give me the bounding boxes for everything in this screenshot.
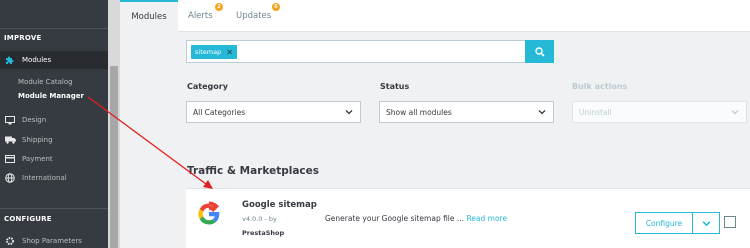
module-search-input[interactable]: sitemap ✕ [186,40,526,63]
sidebar-divider [0,28,108,29]
module-author: PrestaShop [242,229,285,237]
credit-card-icon [4,154,16,164]
sidebar-item-label: International [22,174,67,182]
tab-modules[interactable]: Modules [120,0,178,32]
sidebar-item-international[interactable]: International [0,169,108,187]
puzzle-icon [4,55,16,65]
bulk-actions-label: Bulk actions [572,82,628,91]
status-label: Status [380,82,410,91]
search-button[interactable] [525,40,554,63]
module-actions-dropdown-button[interactable] [692,212,720,234]
google-logo [198,201,220,225]
truck-icon [4,135,16,145]
sidebar-item-label: Payment [22,155,53,163]
chevron-down-icon [538,110,546,115]
chevron-down-icon [702,220,710,226]
updates-count-badge: 6 [272,3,280,11]
configure-button[interactable]: Configure [635,212,693,234]
category-section-title: Traffic & Marketplaces [187,165,320,177]
status-select[interactable]: Show all modules [379,101,554,123]
remove-tag-icon[interactable]: ✕ [226,48,233,57]
sidebar-item-payment[interactable]: Payment [0,150,108,168]
sidebar-section-configure: CONFIGURE [4,215,52,223]
tab-label: Updates [236,11,272,21]
sidebar-item-modules[interactable]: Modules [0,51,108,69]
sidebar-item-label: Shop Parameters [22,237,82,245]
tab-label: Alerts [188,11,213,21]
bulk-actions-select: Uninstall [572,101,747,123]
sidebar-section-improve: IMPROVE [4,34,42,42]
globe-icon [4,173,16,183]
tab-label: Modules [131,12,167,22]
bulk-actions-value: Uninstall [579,107,612,117]
sidebar-item-label: Modules [22,56,52,64]
category-select[interactable]: All Categories [186,101,361,123]
module-description: Generate your Google sitemap file ... Re… [325,214,507,223]
sidebar-item-shipping[interactable]: Shipping [0,131,108,149]
alerts-count-badge: 2 [215,3,223,11]
module-description-text: Generate your Google sitemap file ... [325,214,465,223]
sidebar-item-module-catalog[interactable]: Module Catalog [18,78,73,86]
sidebar-item-shop-parameters[interactable]: Shop Parameters [0,232,108,248]
sidebar-item-module-manager[interactable]: Module Manager [18,92,84,100]
sidebar: IMPROVE Modules Module Catalog Module Ma… [0,0,120,248]
search-tag-label: sitemap [195,48,222,56]
chevron-down-icon [731,110,739,115]
status-value: Show all modules [386,107,452,117]
module-version: v4.0.0 - by [242,215,277,223]
sidebar-item-design[interactable]: Design [0,111,108,129]
gears-icon [4,236,16,246]
search-icon [534,46,545,57]
sidebar-item-label: Shipping [22,136,53,144]
sidebar-item-label: Design [22,116,47,124]
sidebar-divider [0,208,108,209]
read-more-link[interactable]: Read more [466,214,507,223]
module-select-checkbox[interactable] [724,216,736,228]
sidebar-scroll-thumb[interactable] [110,66,118,248]
module-name[interactable]: Google sitemap [242,200,317,210]
chevron-down-icon [345,110,353,115]
category-label: Category [187,82,228,91]
category-value: All Categories [193,107,246,117]
monitor-icon [4,115,16,125]
search-tag: sitemap ✕ [191,45,237,59]
